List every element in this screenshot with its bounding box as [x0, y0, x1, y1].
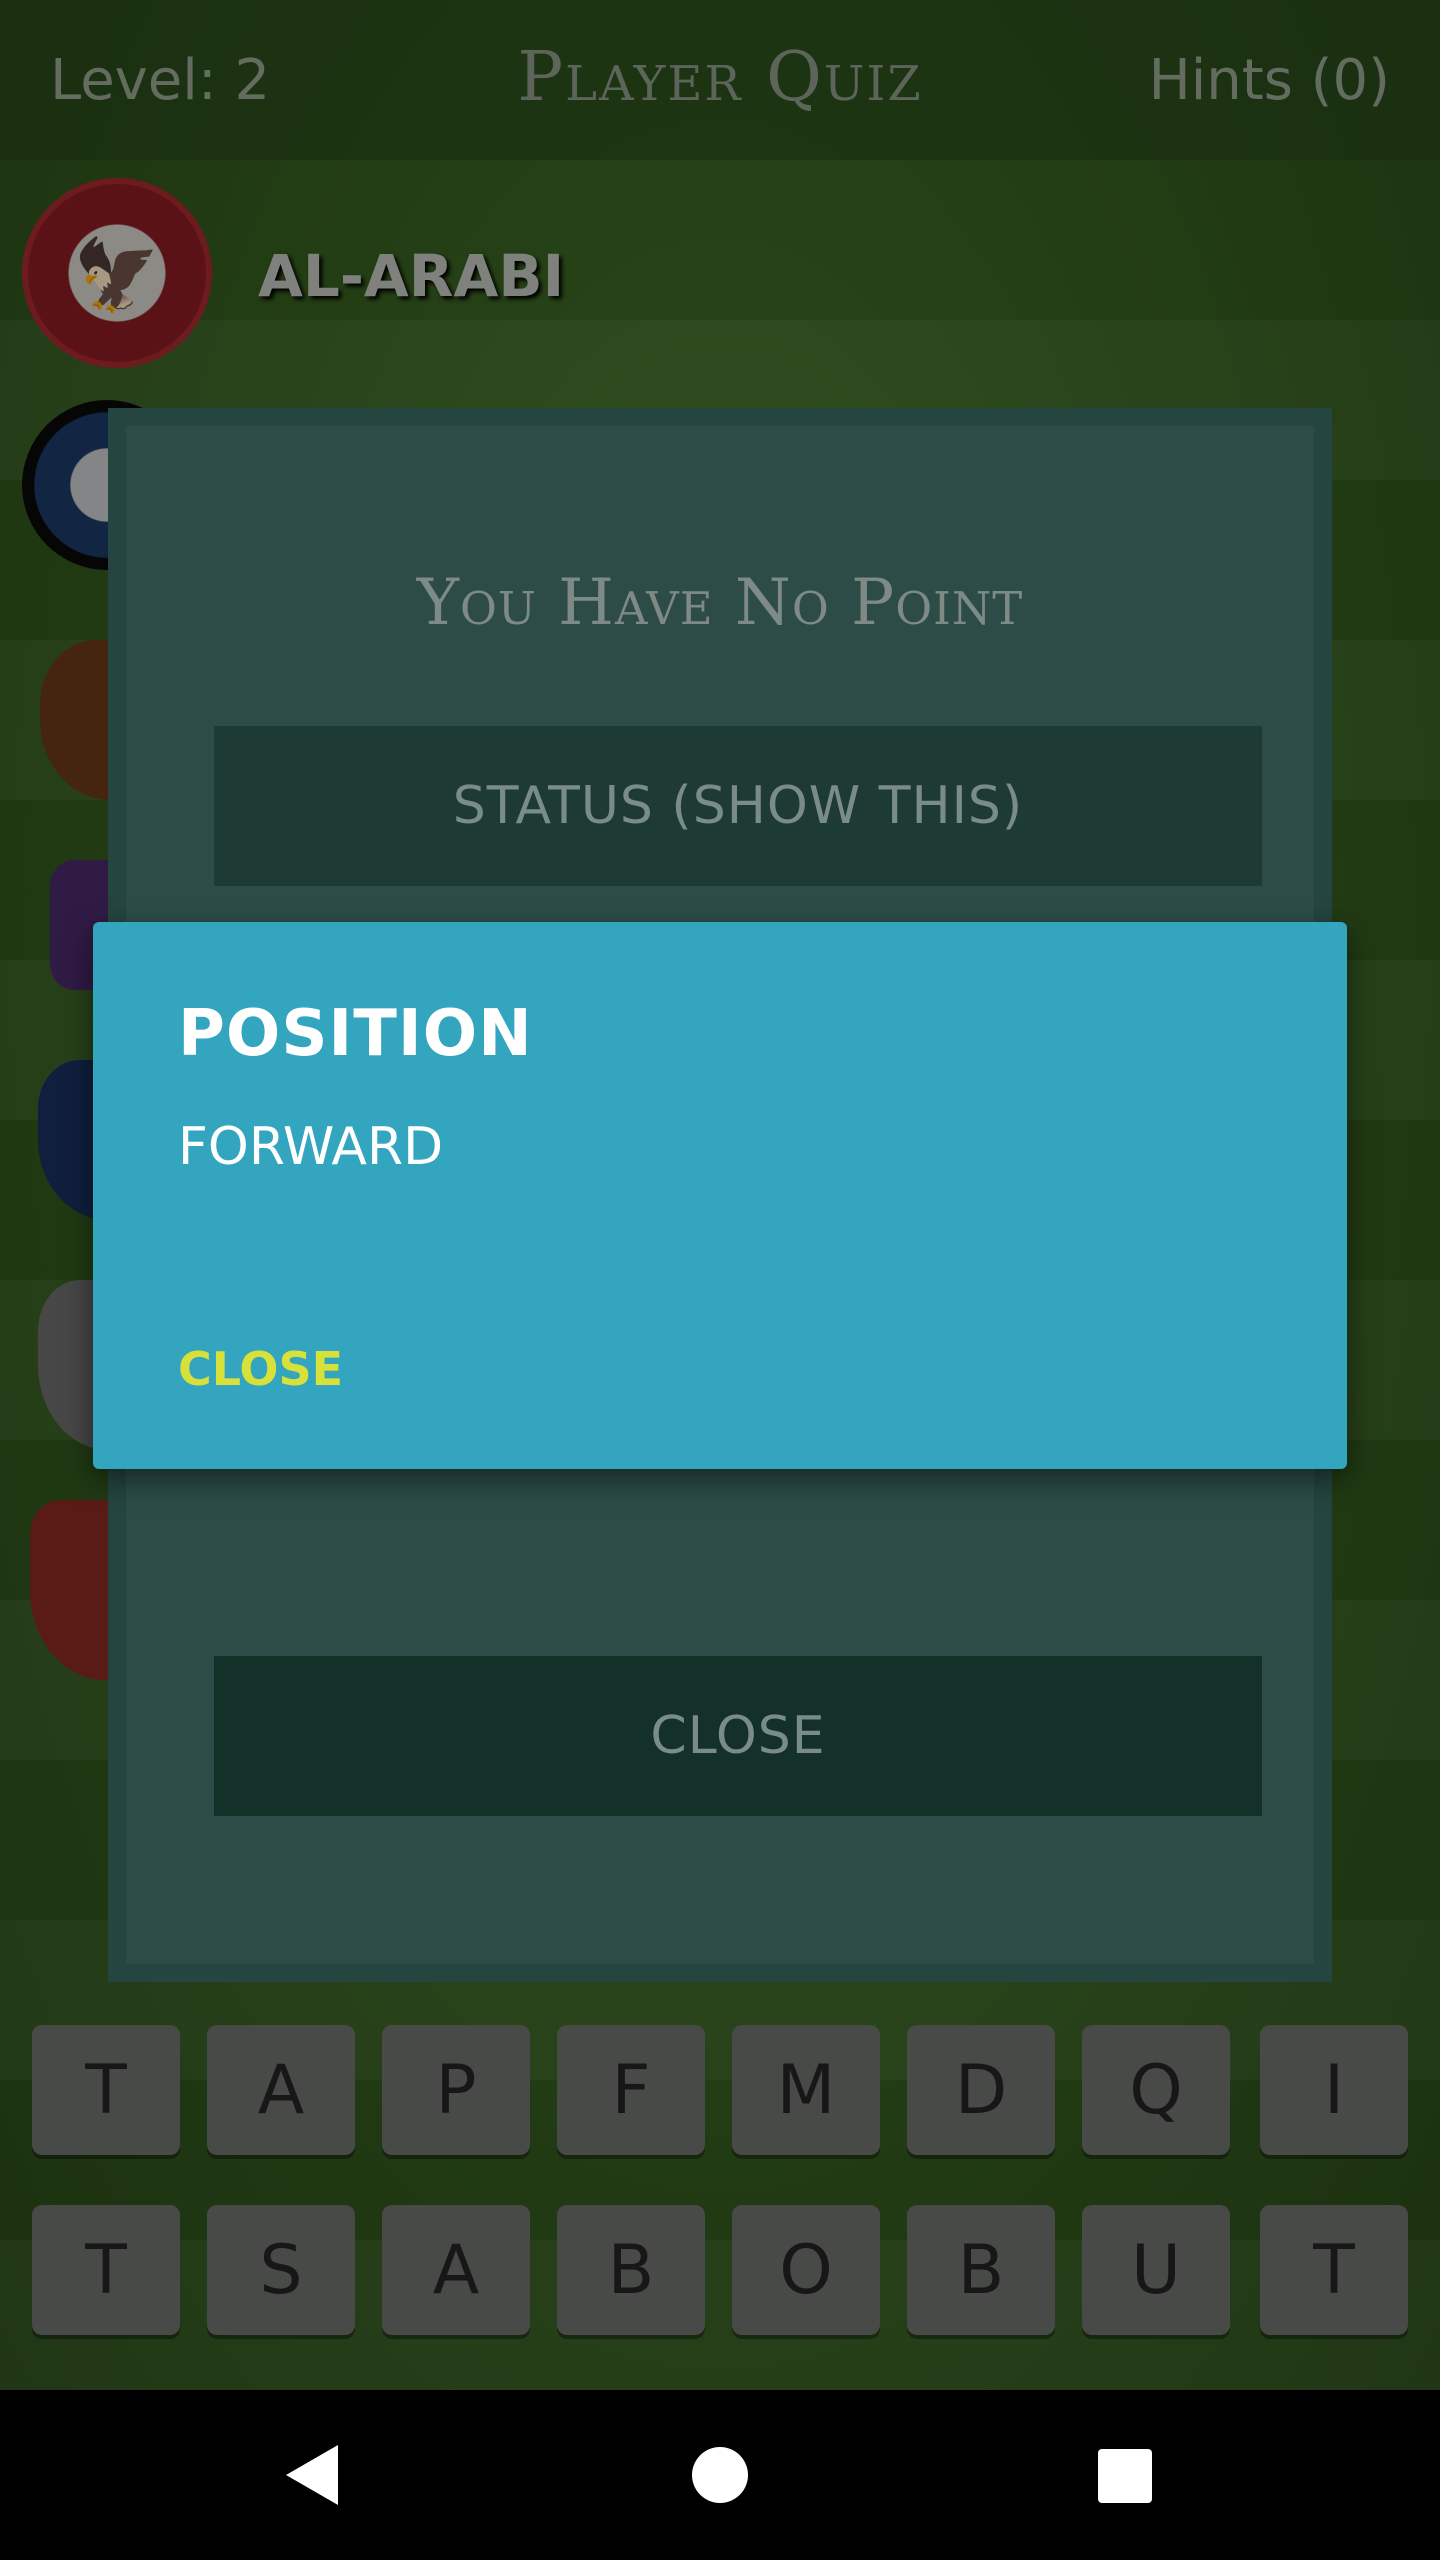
panel-title: You Have No Point	[416, 566, 1024, 640]
position-dialog: POSITION FORWARD CLOSE	[93, 922, 1347, 1469]
recents-icon[interactable]	[1098, 2449, 1152, 2503]
dialog-title: POSITION	[178, 997, 533, 1071]
dialog-close-button[interactable]: CLOSE	[178, 1342, 343, 1396]
back-icon[interactable]	[286, 2445, 338, 2505]
panel-close-button[interactable]: CLOSE	[214, 1656, 1262, 1816]
dialog-message: FORWARD	[178, 1117, 444, 1177]
home-icon[interactable]	[692, 2447, 748, 2503]
status-button[interactable]: STATUS (SHOW THIS)	[214, 726, 1262, 886]
